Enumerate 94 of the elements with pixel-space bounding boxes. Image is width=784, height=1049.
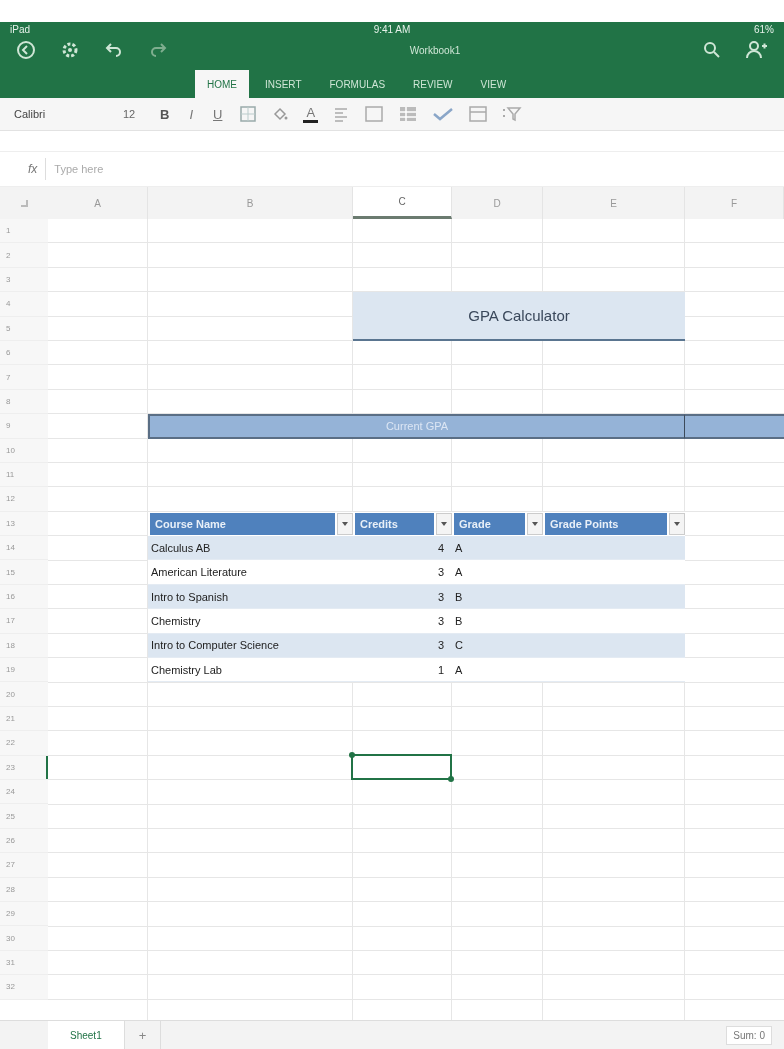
title-cell: GPA Calculator	[353, 292, 685, 341]
status-text: iPad	[10, 23, 30, 35]
table-cell: A	[452, 560, 543, 585]
table-cell: 3	[353, 584, 452, 610]
battery-text: 61%	[753, 23, 774, 35]
font-size-field[interactable]: 12	[123, 108, 143, 120]
filter-dropdown-button[interactable]	[527, 512, 543, 536]
row-number[interactable]: 11	[0, 462, 48, 488]
ribbon-tab[interactable]: INSERT	[253, 70, 314, 98]
row-number[interactable]: 13	[0, 511, 48, 537]
row-number[interactable]: 15	[0, 560, 48, 585]
table-cell: Intro to Spanish	[148, 584, 353, 610]
row-number[interactable]: 10	[0, 438, 48, 463]
gear-icon[interactable]	[60, 40, 80, 60]
row-number[interactable]: 17	[0, 609, 48, 634]
ribbon-tab[interactable]: FORMULAS	[317, 70, 398, 98]
sum-readout[interactable]: Sum: 0	[726, 1025, 772, 1045]
header-label: Course Name	[150, 512, 335, 536]
row-number[interactable]: 30	[0, 926, 48, 951]
row-number[interactable]: 14	[0, 536, 48, 561]
header-label: Grade	[454, 512, 525, 536]
column-header[interactable]: E	[543, 187, 685, 219]
row-number[interactable]: 21	[0, 706, 48, 732]
row-number[interactable]: 27	[0, 853, 48, 878]
row-number[interactable]: 25	[0, 804, 48, 829]
table-cell: Chemistry Lab	[148, 658, 353, 683]
table-cell: 3	[353, 560, 452, 585]
row-number[interactable]: 26	[0, 828, 48, 854]
row-number[interactable]: 24	[0, 780, 48, 805]
gpa-banner: Current GPA	[148, 414, 685, 439]
row-number[interactable]: 3	[0, 267, 48, 293]
add-sheet-button[interactable]: +	[123, 1021, 162, 1049]
ribbon-tab[interactable]: VIEW	[468, 70, 519, 98]
column-header[interactable]: C	[353, 187, 452, 219]
row-number[interactable]: 16	[0, 584, 48, 610]
ribbon-tab[interactable]: HOME	[195, 70, 249, 98]
header-label: Grade Points	[545, 512, 667, 536]
table-cell: 3	[353, 609, 452, 634]
table-cell: B	[452, 584, 543, 610]
row-number[interactable]: 1	[0, 219, 48, 244]
row-number[interactable]: 28	[0, 877, 48, 902]
underline-button[interactable]: U	[210, 106, 226, 122]
column-header[interactable]: A	[48, 187, 148, 219]
table-cell: Chemistry	[148, 609, 353, 634]
table-cell: C	[452, 633, 543, 659]
bold-button[interactable]: B	[157, 106, 173, 122]
table-cell: 4	[353, 536, 452, 561]
header-label: Credits	[355, 512, 434, 536]
table-cell: American Literature	[148, 560, 353, 585]
row-number[interactable]: 23	[0, 755, 48, 780]
font-color-button[interactable]: A	[303, 105, 319, 123]
row-number[interactable]: 19	[0, 658, 48, 683]
function-label: fx	[28, 162, 38, 176]
filter-dropdown-button[interactable]	[436, 512, 452, 536]
row-number[interactable]: 20	[0, 682, 48, 707]
share-person-icon[interactable]	[746, 40, 768, 60]
check-icon[interactable]	[432, 105, 455, 123]
undo-icon[interactable]	[104, 40, 124, 60]
selected-cell-outline[interactable]	[351, 753, 452, 780]
row-number[interactable]: 9	[0, 414, 48, 439]
filter-dropdown-button[interactable]	[669, 512, 685, 536]
filter-dropdown-button[interactable]	[337, 512, 353, 536]
row-number[interactable]: 18	[0, 633, 48, 659]
row-number[interactable]: 8	[0, 389, 48, 415]
row-number[interactable]: 6	[0, 340, 48, 366]
row-number[interactable]: 4	[0, 292, 48, 317]
row-number[interactable]: 5	[0, 316, 48, 341]
redo-icon[interactable]	[148, 40, 168, 60]
table-cell: Intro to Computer Science	[148, 633, 353, 659]
table-cell: 3	[353, 633, 452, 659]
sheet-tab[interactable]: Sheet1	[48, 1021, 124, 1049]
ribbon-tab[interactable]: REVIEW	[401, 70, 465, 98]
fill-bucket-icon[interactable]	[271, 105, 290, 123]
row-number[interactable]: 7	[0, 365, 48, 390]
column-header[interactable]: D	[452, 187, 543, 219]
row-number[interactable]: 31	[0, 950, 48, 976]
table-cell: B	[452, 609, 543, 634]
italic-button[interactable]: I	[186, 106, 196, 122]
table-cell: A	[452, 658, 543, 683]
column-header[interactable]: B	[148, 187, 353, 219]
row-number[interactable]: 22	[0, 731, 48, 756]
font-name-field[interactable]: Calibri	[14, 108, 109, 120]
clock-text: 9:41 AM	[373, 23, 411, 35]
row-number[interactable]: 29	[0, 901, 48, 927]
table-cell: A	[452, 536, 543, 561]
table-cell: 1	[353, 658, 452, 683]
search-icon[interactable]	[702, 40, 722, 60]
row-number[interactable]: 32	[0, 975, 48, 1000]
table-cell: Calculus AB	[148, 536, 353, 561]
back-icon[interactable]	[16, 40, 36, 60]
workbook-title: Workbook1	[409, 44, 461, 56]
column-header[interactable]: F	[685, 187, 784, 219]
row-number[interactable]: 12	[0, 487, 48, 512]
row-number[interactable]: 2	[0, 243, 48, 268]
